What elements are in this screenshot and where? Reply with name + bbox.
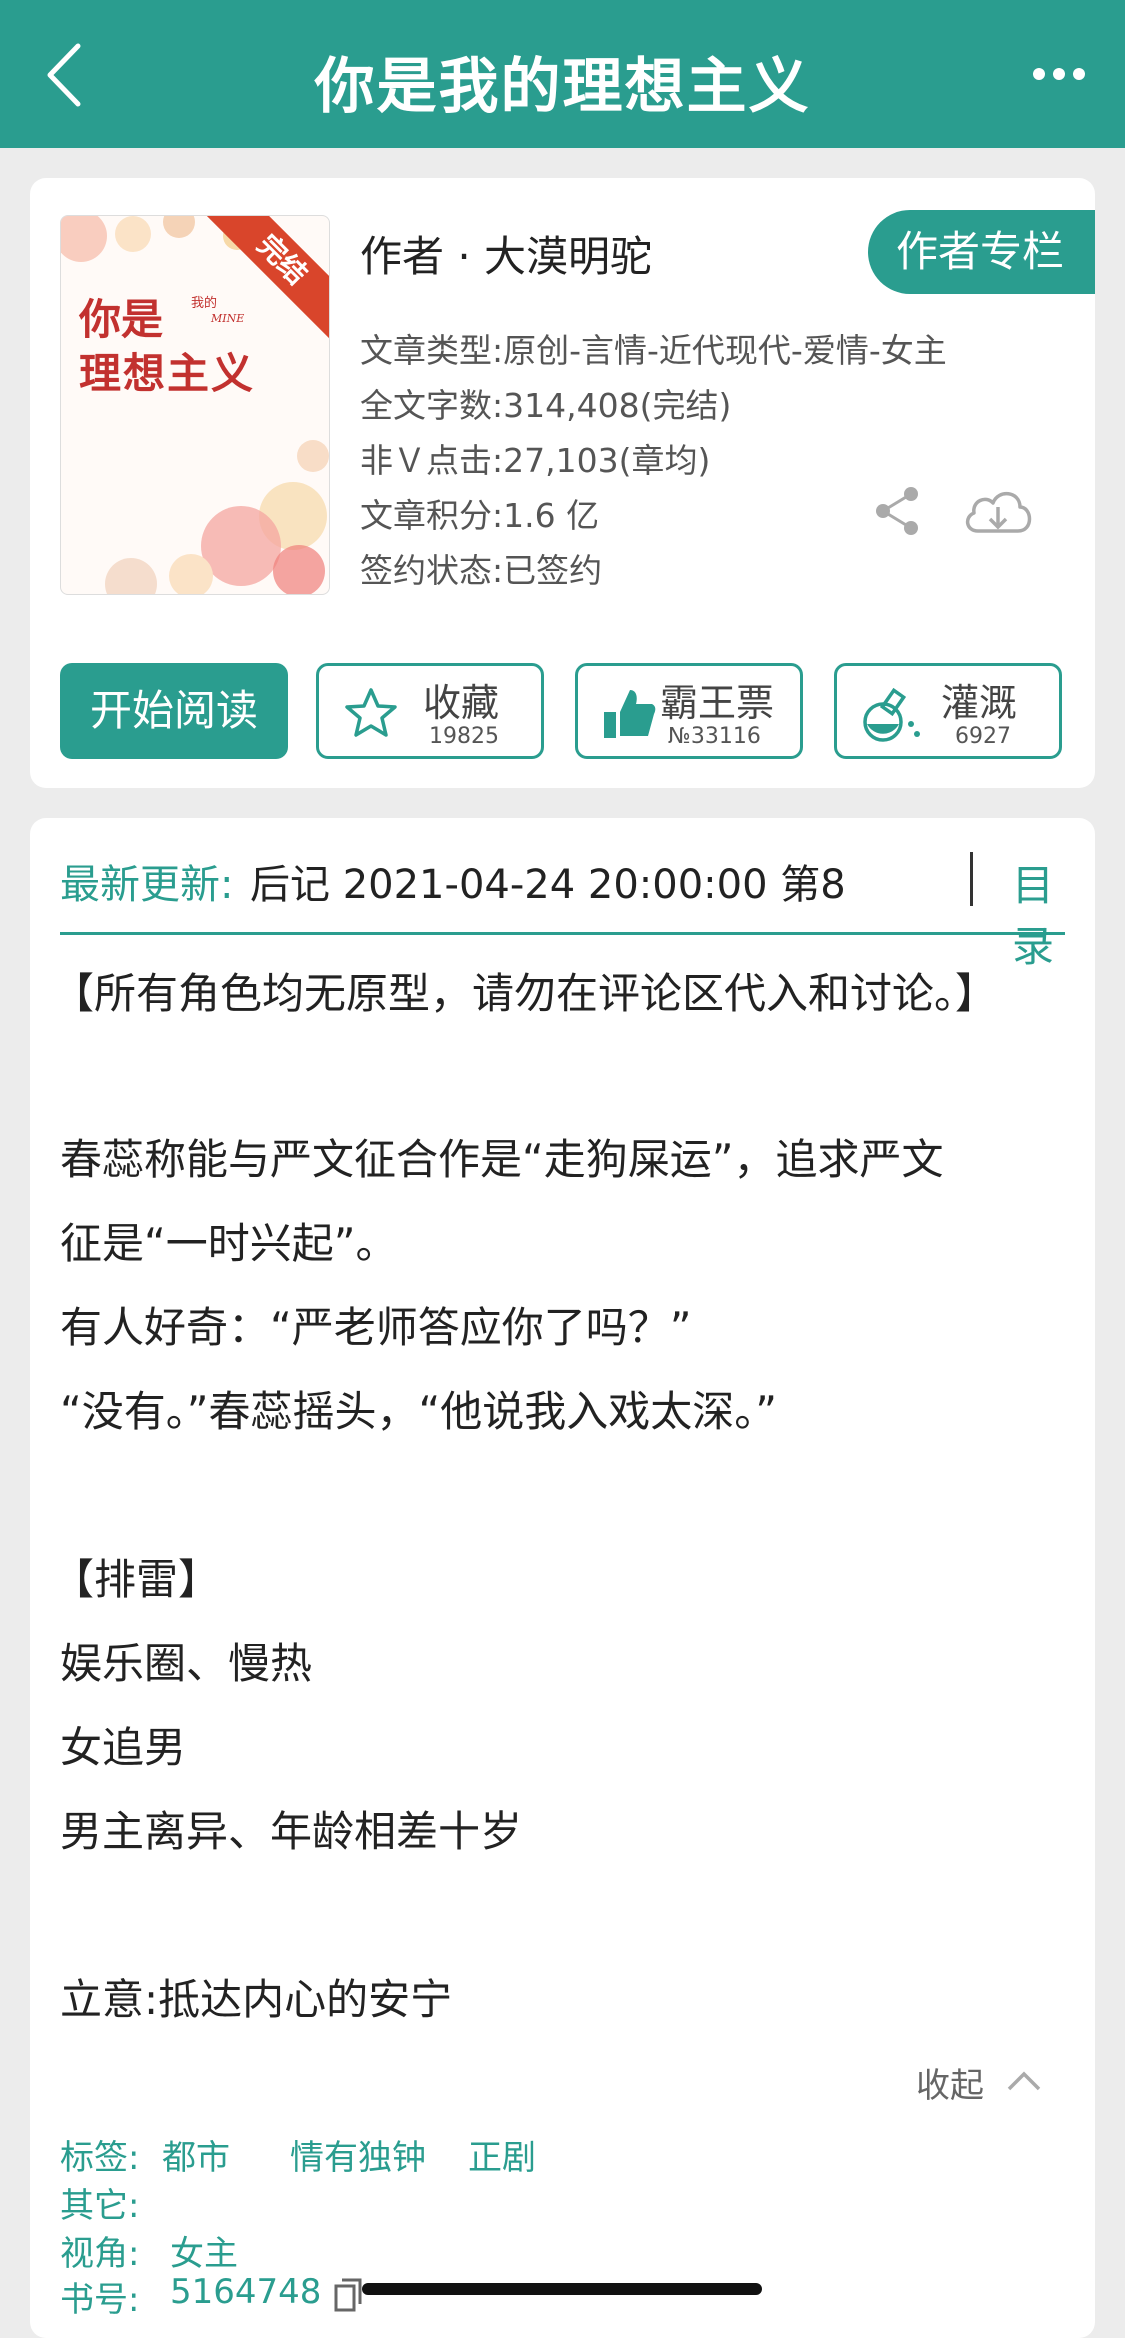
- cover-title-line2: 理想主义: [79, 349, 256, 398]
- view-label: 视角:: [60, 2234, 140, 2274]
- description-line: 【所有角色均无原型，请勿在评论区代入和讨论。】: [52, 969, 998, 1018]
- author-name[interactable]: 作者 · 大漠明驼: [360, 223, 652, 284]
- chevron-up-icon[interactable]: [1006, 2070, 1042, 2092]
- author-column-button[interactable]: 作者专栏: [868, 210, 1095, 294]
- description-card: 最新更新: 后记 2021-04-24 20:00:00 第8 目录 【所有角色…: [30, 818, 1095, 2338]
- update-underline: [60, 932, 1065, 935]
- favorite-button[interactable]: 收藏 19825: [316, 663, 544, 759]
- irrigate-count: 6927: [955, 724, 1011, 749]
- book-number-value: 5164748: [170, 2272, 322, 2312]
- book-info-card: 你是 我的 MINE 理想主义 完结 作者 · 大漠明驼 作者专栏 文章类型:原…: [30, 178, 1095, 788]
- app-header: 你是我的理想主义: [0, 0, 1125, 148]
- description-line: 男主离异、年龄相差十岁: [60, 1807, 523, 1856]
- star-icon: [345, 688, 397, 737]
- start-reading-button[interactable]: 开始阅读: [60, 663, 288, 759]
- meta-score: 文章积分:1.6 亿: [360, 496, 600, 535]
- other-label: 其它:: [60, 2186, 140, 2226]
- overlord-ticket-count: №33116: [668, 724, 761, 749]
- cover-small-text: 我的: [191, 296, 218, 311]
- overlord-ticket-button[interactable]: 霸王票 №33116: [575, 663, 803, 759]
- favorite-label: 收藏: [423, 681, 500, 725]
- description-line: 立意:抵达内心的安宁: [60, 1975, 453, 2024]
- description-line: 【排雷】: [52, 1555, 221, 1604]
- cover-title-line1: 你是: [79, 295, 164, 344]
- book-number-label: 书号:: [60, 2280, 140, 2320]
- book-cover[interactable]: 你是 我的 MINE 理想主义 完结: [60, 215, 330, 595]
- irrigate-button[interactable]: 灌溉 6927: [834, 663, 1062, 759]
- home-indicator[interactable]: [362, 2283, 762, 2295]
- copy-icon[interactable]: [334, 2278, 362, 2312]
- page-title: 你是我的理想主义: [314, 52, 811, 122]
- meta-sign-status: 签约状态:已签约: [360, 551, 603, 590]
- irrigate-label: 灌溉: [941, 681, 1018, 725]
- tag-item[interactable]: 都市: [162, 2130, 230, 2179]
- description-line: 征是“一时兴起”。: [60, 1219, 398, 1268]
- table-of-contents-link[interactable]: 目录: [1012, 852, 1065, 974]
- latest-update-label: 最新更新:: [60, 862, 234, 908]
- collapse-button[interactable]: 收起: [916, 2058, 984, 2107]
- tag-item[interactable]: 情有独钟: [290, 2130, 426, 2179]
- cover-mine-text: MINE: [211, 312, 245, 325]
- watering-flask-icon: [863, 687, 920, 742]
- description-line: “没有。”春蕊摇头，“他说我入戏太深。”: [60, 1387, 778, 1436]
- more-dots-icon[interactable]: [1031, 62, 1087, 86]
- description-line: 娱乐圈、慢热: [60, 1639, 313, 1688]
- description-line: 女追男: [60, 1723, 187, 1772]
- tags-label: 标签:: [60, 2138, 140, 2178]
- cloud-download-icon[interactable]: [960, 483, 1036, 539]
- overlord-ticket-label: 霸王票: [660, 681, 775, 725]
- latest-update-bar[interactable]: 最新更新: 后记 2021-04-24 20:00:00 第8 目录: [60, 852, 1065, 971]
- favorite-count: 19825: [429, 724, 499, 749]
- tag-item[interactable]: 正剧: [468, 2130, 536, 2179]
- description-line: 春蕊称能与严文征合作是“走狗屎运”，追求严文: [60, 1135, 944, 1184]
- divider: [970, 852, 973, 906]
- meta-article-type: 文章类型:原创-言情-近代现代-爱情-女主: [360, 331, 947, 370]
- meta-clicks: 非Ｖ点击:27,103(章均): [360, 441, 711, 480]
- latest-update-text[interactable]: 后记 2021-04-24 20:00:00 第8: [250, 852, 940, 910]
- thumbs-up-icon: [604, 690, 656, 738]
- view-value: 女主: [170, 2234, 238, 2274]
- description-line: 有人好奇：“严老师答应你了吗？”: [60, 1303, 692, 1352]
- share-icon[interactable]: [873, 485, 923, 537]
- meta-word-count: 全文字数:314,408(完结): [360, 386, 732, 425]
